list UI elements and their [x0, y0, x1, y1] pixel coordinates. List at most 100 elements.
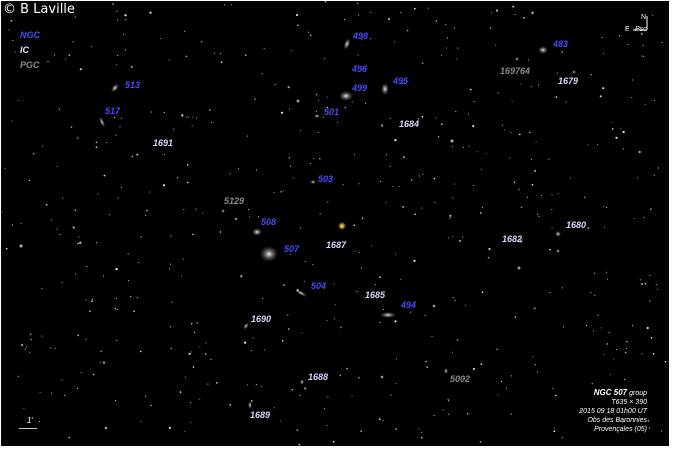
faint-star — [650, 337, 653, 339]
faint-star — [655, 283, 657, 285]
bright-star — [20, 343, 24, 347]
label-ngc-494: 494 — [401, 300, 417, 310]
faint-star — [150, 404, 152, 407]
faint-star — [170, 235, 172, 237]
faint-star — [169, 263, 172, 265]
faint-star — [17, 375, 19, 377]
faint-star — [410, 311, 412, 313]
caption-observatory: Obs des Baronnies — [587, 417, 647, 424]
label-ngc-508: 508 — [261, 217, 277, 227]
faint-star — [510, 132, 512, 134]
label-ngc-517: 517 — [105, 106, 121, 116]
faint-star — [97, 193, 99, 195]
faint-star — [530, 85, 532, 88]
faint-star — [382, 308, 384, 310]
label-ngc-507: 507 — [284, 244, 300, 254]
faint-star — [533, 169, 537, 172]
faint-star — [230, 3, 232, 6]
faint-star — [91, 300, 93, 303]
faint-star — [195, 208, 197, 210]
faint-star — [288, 157, 291, 159]
faint-star — [570, 177, 572, 179]
faint-star — [300, 130, 302, 132]
faint-star — [127, 279, 130, 281]
faint-star — [590, 74, 592, 76]
faint-star — [28, 179, 31, 182]
faint-star — [327, 396, 329, 398]
faint-star — [446, 37, 449, 39]
faint-star — [200, 41, 202, 43]
compass-north: N — [641, 14, 647, 21]
faint-star — [117, 197, 119, 199]
faint-star — [297, 24, 299, 27]
faint-star — [190, 322, 193, 325]
faint-star — [108, 213, 110, 216]
faint-star — [526, 196, 528, 198]
faint-star — [647, 420, 650, 422]
faint-star — [245, 54, 247, 56]
faint-star — [400, 279, 402, 281]
faint-star — [479, 441, 482, 443]
faint-star — [145, 395, 147, 397]
faint-star — [427, 7, 429, 9]
faint-star — [361, 217, 364, 219]
faint-star — [611, 121, 613, 123]
faint-star — [213, 52, 215, 54]
faint-star — [138, 261, 140, 263]
faint-star — [529, 131, 531, 134]
faint-star — [240, 275, 243, 278]
faint-star — [273, 407, 275, 409]
faint-star — [445, 24, 447, 26]
faint-star — [224, 4, 226, 6]
faint-star — [607, 278, 609, 280]
faint-star — [47, 61, 49, 63]
faint-star — [186, 164, 189, 166]
faint-star — [470, 88, 472, 91]
faint-star — [61, 282, 63, 284]
faint-star — [452, 297, 454, 299]
legend-ngc: NGC — [20, 30, 40, 40]
faint-star — [434, 201, 436, 203]
faint-star — [512, 5, 514, 8]
faint-star — [113, 117, 116, 119]
faint-star — [618, 35, 621, 37]
faint-star — [664, 360, 667, 363]
faint-star — [91, 298, 94, 300]
label-ic-1680: 1680 — [566, 220, 587, 230]
faint-star — [192, 366, 195, 368]
faint-star — [644, 103, 646, 105]
galaxy-ngc498 — [343, 38, 351, 50]
faint-star — [410, 179, 413, 181]
faint-star — [281, 340, 284, 342]
faint-star — [370, 12, 372, 14]
galaxy-pgc5129 — [221, 209, 225, 213]
faint-star — [354, 153, 356, 155]
faint-star — [379, 276, 381, 278]
label-ic-1689: 1689 — [250, 410, 271, 420]
galaxy-ngc501 — [314, 114, 320, 118]
faint-star — [661, 41, 663, 44]
faint-star — [261, 73, 263, 75]
label-ic-1685: 1685 — [365, 290, 386, 300]
galaxy-ngc494 — [380, 312, 396, 318]
faint-star — [351, 101, 353, 103]
faint-star — [149, 191, 151, 193]
faint-star — [205, 342, 207, 344]
bright-star — [517, 266, 521, 270]
galaxies — [98, 38, 576, 409]
faint-star — [643, 55, 645, 57]
galaxy-ngc517 — [98, 116, 106, 128]
faint-star — [89, 310, 91, 313]
faint-star — [296, 289, 299, 292]
faint-star — [608, 332, 610, 334]
faint-star — [106, 141, 108, 144]
faint-star — [298, 443, 301, 446]
faint-star — [606, 343, 609, 345]
faint-star — [95, 146, 98, 148]
bright-star — [296, 99, 300, 103]
faint-star — [169, 326, 171, 328]
faint-star — [116, 308, 118, 311]
caption-telescope: T635 × 390 — [611, 399, 647, 406]
faint-star — [394, 41, 396, 43]
faint-star — [534, 364, 536, 366]
